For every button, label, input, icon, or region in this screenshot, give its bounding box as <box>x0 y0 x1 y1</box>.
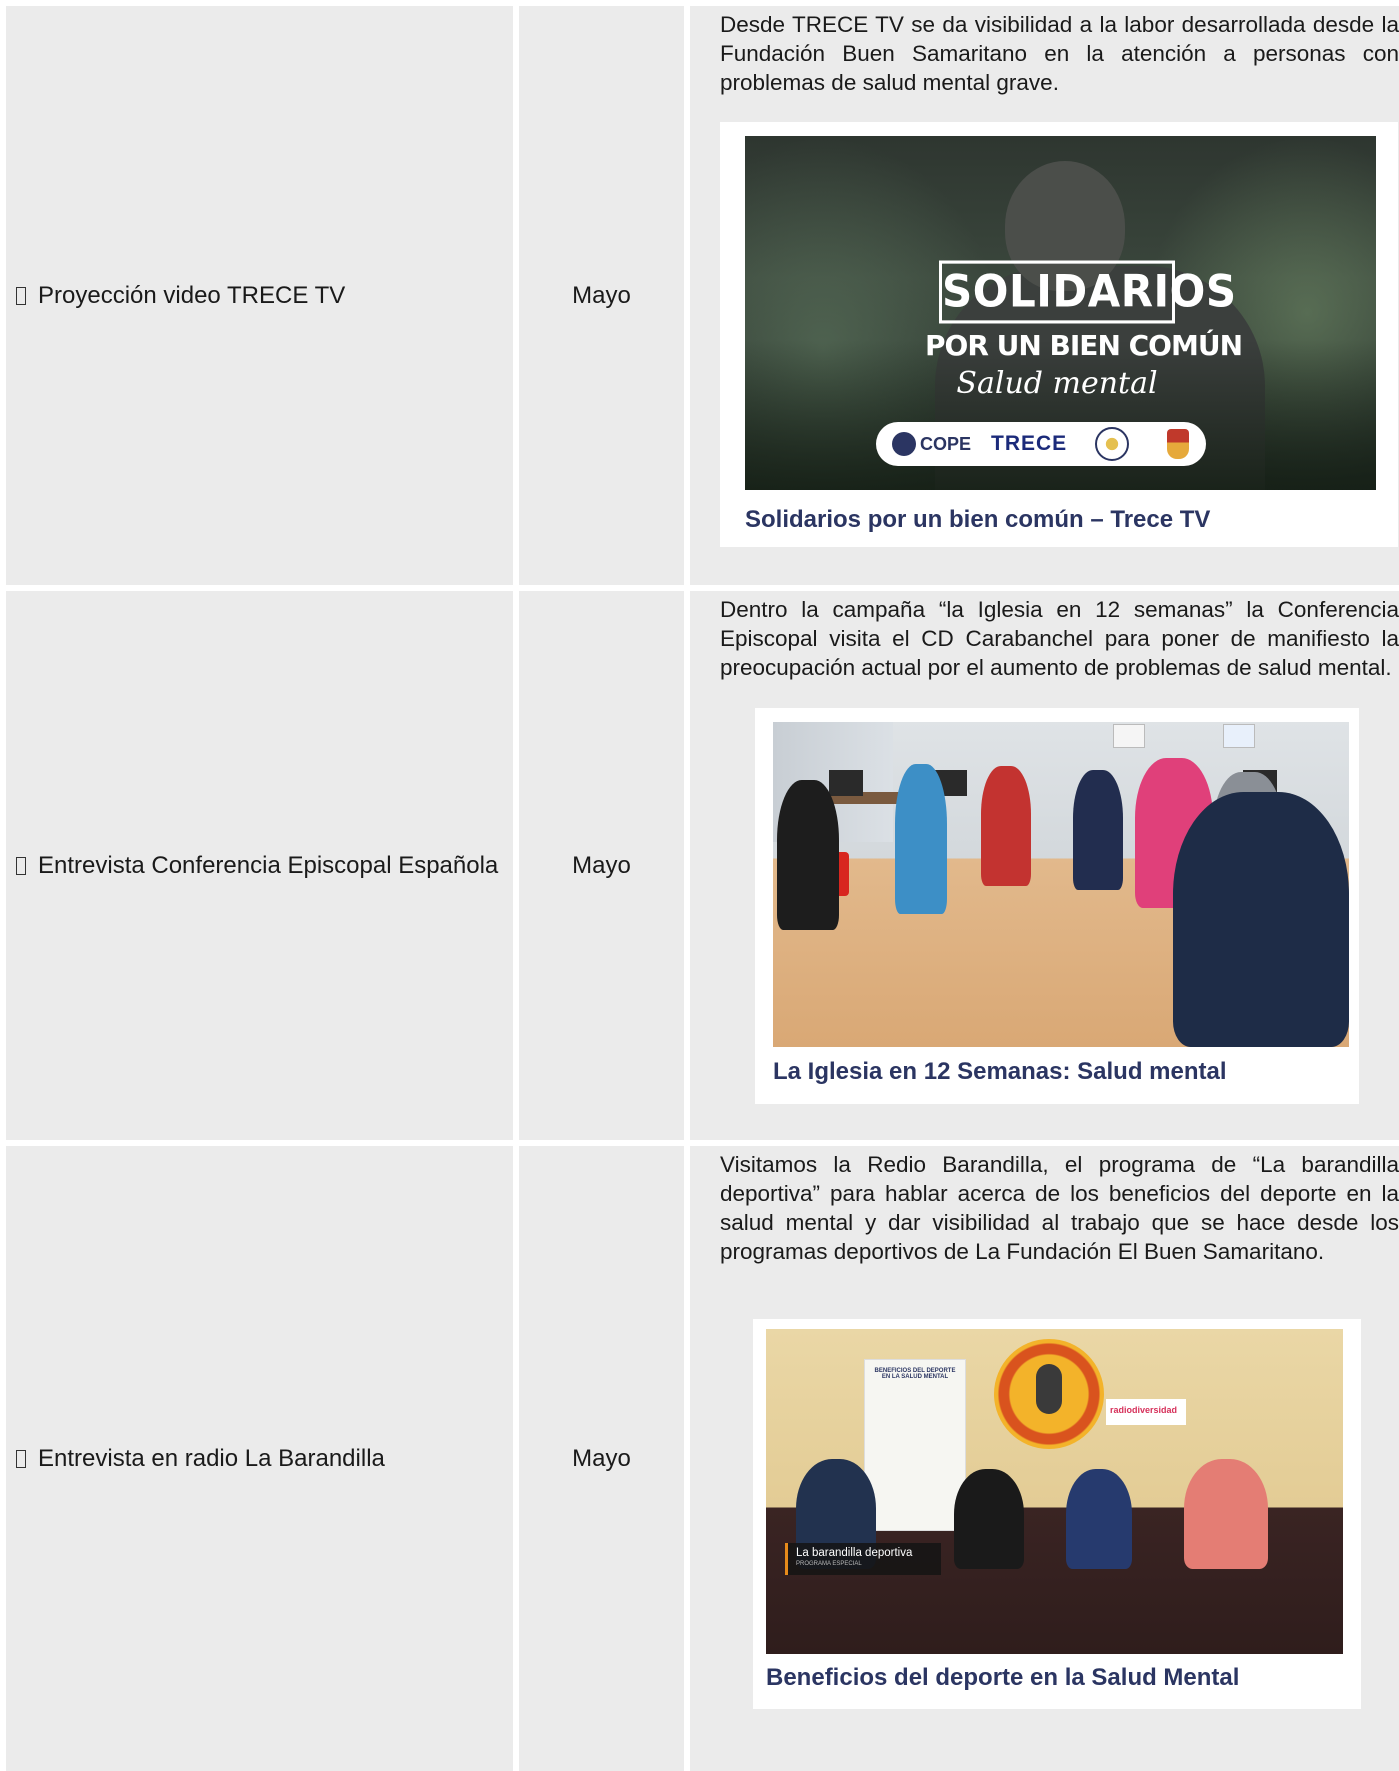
sponsor-logos-bar: COPE TRECE <box>876 422 1206 466</box>
participant <box>954 1469 1024 1569</box>
video-embed-card[interactable]: SOLIDARIOS POR UN BIEN COMÚN Salud menta… <box>720 122 1398 547</box>
month-cell: Mayo <box>519 591 684 1140</box>
description-cell: Visitamos la Redio Barandilla, el progra… <box>690 1146 1399 1771</box>
activity-label: Entrevista en radio La Barandilla <box>16 1444 507 1474</box>
video-embed-card[interactable]: BENEFICIOS DEL DEPORTE EN LA SALUD MENTA… <box>753 1319 1361 1709</box>
month-text: Mayo <box>572 1444 631 1472</box>
video-embed-card[interactable]: La Iglesia en 12 Semanas: Salud mental <box>755 708 1359 1104</box>
diocese-crest-icon <box>1167 429 1190 459</box>
video-card-title[interactable]: Solidarios por un bien común – Trece TV <box>745 505 1210 535</box>
description-text: Desde TRECE TV se da visibilidad a la la… <box>720 12 1399 95</box>
month-cell: Mayo <box>519 6 684 585</box>
activity-text: Entrevista en radio La Barandilla <box>38 1444 385 1472</box>
description-cell: Dentro la campaña “la Iglesia en 12 sema… <box>690 591 1399 1140</box>
video-card-title[interactable]: Beneficios del deporte en la Salud Menta… <box>766 1663 1239 1693</box>
participant <box>1184 1459 1268 1569</box>
participant <box>1073 770 1123 890</box>
participant <box>895 764 947 914</box>
foundation-seal-icon <box>1095 427 1130 461</box>
description-cell: Desde TRECE TV se da visibilidad a la la… <box>690 6 1399 585</box>
month-text: Mayo <box>572 281 631 309</box>
activity-cell: Proyección video TRECE TV <box>6 6 513 585</box>
event-banner: BENEFICIOS DEL DEPORTE EN LA SALUD MENTA… <box>864 1359 966 1531</box>
microphone-icon <box>1036 1364 1062 1414</box>
wall-picture <box>1113 724 1145 748</box>
activity-label: Proyección video TRECE TV <box>16 281 507 311</box>
poster-tagline: Salud mental <box>956 366 1158 401</box>
activity-cell: Entrevista en radio La Barandilla <box>6 1146 513 1771</box>
description-text: Visitamos la Redio Barandilla, el progra… <box>720 1152 1399 1264</box>
activity-label: Entrevista Conferencia Episcopal Español… <box>16 851 507 881</box>
video-card-title[interactable]: La Iglesia en 12 Semanas: Salud mental <box>773 1057 1227 1087</box>
participant <box>777 780 839 930</box>
trece-logo: TRECE <box>991 432 1068 455</box>
radio-sign: radiodiversidad <box>1106 1399 1186 1425</box>
poster-headline: SOLIDARIOS <box>939 260 1236 324</box>
computer-monitor <box>829 770 863 796</box>
activities-table: Proyección video TRECE TV Mayo Desde TRE… <box>0 0 1399 1771</box>
foreground-plants <box>745 340 1376 490</box>
wall-picture <box>1223 724 1255 748</box>
month-text: Mayo <box>572 851 631 879</box>
cope-mark-icon <box>892 432 916 456</box>
video-thumbnail[interactable]: SOLIDARIOS POR UN BIEN COMÚN Salud menta… <box>745 136 1376 490</box>
missing-glyph-box-icon <box>16 286 26 305</box>
video-thumbnail[interactable] <box>773 722 1349 1047</box>
cope-logo: COPE <box>892 432 971 456</box>
poster-subheadline: POR UN BIEN COMÚN <box>925 329 1243 362</box>
participant <box>1173 792 1349 1047</box>
participant <box>981 766 1031 886</box>
missing-glyph-box-icon <box>16 1449 26 1468</box>
missing-glyph-box-icon <box>16 856 26 875</box>
participant <box>1066 1469 1132 1569</box>
month-cell: Mayo <box>519 1146 684 1771</box>
description-text: Dentro la campaña “la Iglesia en 12 sema… <box>720 597 1399 680</box>
video-thumbnail[interactable]: BENEFICIOS DEL DEPORTE EN LA SALUD MENTA… <box>766 1329 1343 1654</box>
activity-cell: Entrevista Conferencia Episcopal Español… <box>6 591 513 1140</box>
activity-text: Entrevista Conferencia Episcopal Español… <box>38 851 499 879</box>
activity-text: Proyección video TRECE TV <box>38 281 346 309</box>
video-lower-third: La barandilla deportiva PROGRAMA ESPECIA… <box>785 1543 941 1575</box>
